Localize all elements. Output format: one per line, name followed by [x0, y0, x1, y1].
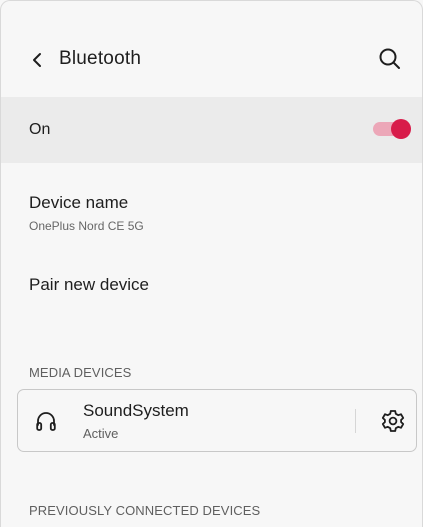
headphones-icon	[36, 412, 56, 431]
search-icon	[379, 48, 400, 69]
page-title: Bluetooth	[59, 48, 142, 69]
device-name-label: Device name	[29, 193, 129, 212]
toggle-label: On	[29, 121, 51, 138]
card-divider	[355, 409, 356, 433]
media-device-status: Active	[83, 426, 119, 441]
device-name-value: OnePlus Nord CE 5G	[29, 219, 144, 233]
back-button[interactable]	[24, 47, 50, 73]
device-settings-button[interactable]	[380, 408, 406, 434]
toggle-thumb	[391, 119, 411, 139]
bluetooth-settings-screen: Bluetooth On Device name OnePlus Nord CE…	[0, 0, 423, 527]
bluetooth-toggle-row[interactable]: On	[1, 97, 422, 163]
media-device-card[interactable]: SoundSystem Active	[17, 389, 417, 452]
previously-connected-header: PREVIOUSLY CONNECTED DEVICES	[29, 503, 261, 518]
chevron-left-icon	[33, 53, 41, 67]
media-device-name: SoundSystem	[83, 401, 189, 420]
media-devices-header: MEDIA DEVICES	[29, 365, 132, 380]
app-bar: Bluetooth	[1, 1, 422, 96]
search-button[interactable]	[377, 46, 403, 72]
pair-new-device-label: Pair new device	[29, 275, 150, 294]
bluetooth-toggle-switch[interactable]	[371, 119, 411, 139]
device-name-row[interactable]: Device name OnePlus Nord CE 5G	[1, 181, 422, 245]
gear-icon	[381, 410, 405, 432]
pair-new-device-row[interactable]: Pair new device	[1, 263, 422, 307]
